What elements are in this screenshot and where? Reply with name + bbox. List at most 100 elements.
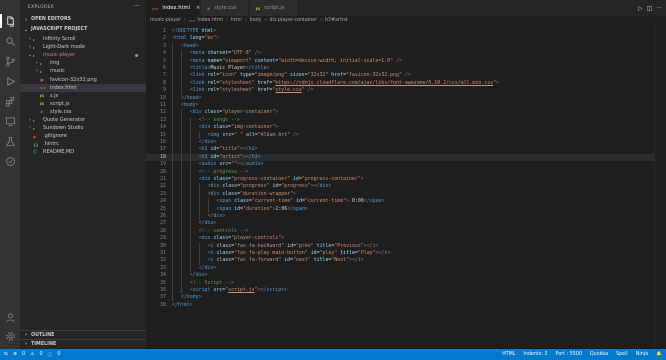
notifications-icon[interactable]: 🔔 xyxy=(656,352,662,357)
folder-item[interactable]: › ▸ Infinity Scroll xyxy=(20,35,146,43)
remote-explorer-icon[interactable] xyxy=(0,112,20,130)
code-line[interactable]: 4 <meta charset="UTF-8" /> xyxy=(146,50,654,58)
code-line[interactable]: 9 <link rel="stylesheet" href="style.css"… xyxy=(146,87,654,95)
breadcrumb-item[interactable]: div.player-container xyxy=(269,18,317,23)
open-editors-section[interactable]: › OPEN EDITORS xyxy=(20,15,146,24)
code-line[interactable]: 11 <body> xyxy=(146,102,654,110)
code-editor[interactable]: 1 <!DOCTYPE html> 2 <html lang="en"> 3 <head>… xyxy=(146,24,666,349)
folder-item[interactable]: › ▸ Sundown Studio xyxy=(20,124,146,132)
split-editor-icon[interactable]: ◫ xyxy=(647,5,653,12)
code-line[interactable]: 20 <!-- progress --> xyxy=(146,168,654,176)
code-line[interactable]: 32 <i class="fas fa-forward" id="next" ti… xyxy=(146,257,654,265)
code-line[interactable]: 25 <span id="duration">2:06</span> xyxy=(146,205,654,213)
tab-style-css[interactable]: # style.css xyxy=(201,0,249,16)
code-line[interactable]: 5 <meta name="viewport" content="width=de… xyxy=(146,57,654,65)
code-line[interactable]: 1 <!DOCTYPE html> xyxy=(146,28,654,35)
run-icon[interactable]: ▷ xyxy=(638,5,643,12)
file-item[interactable]: {} .hintrc xyxy=(20,140,146,148)
file-item[interactable]: <> index.html xyxy=(20,83,146,92)
breadcrumb-item[interactable]: index.html xyxy=(197,18,223,23)
run-debug-icon[interactable] xyxy=(0,72,20,90)
folder-item[interactable]: › ▸ music xyxy=(20,67,146,75)
code-line[interactable]: 19 <audio src=""></audio> xyxy=(146,161,654,169)
info-icon[interactable]: ⓘ xyxy=(48,351,53,358)
live-server-port[interactable]: Port : 5500 xyxy=(556,352,582,357)
code-line[interactable]: 15 <img src=" " alt="Album Art" /> xyxy=(146,131,654,139)
code-line[interactable]: 2 <html lang="en"> xyxy=(146,35,654,42)
live-share-icon[interactable] xyxy=(0,152,20,170)
code-line[interactable]: 12 <div class="player-container"> xyxy=(146,109,654,117)
file-item[interactable]: ▣ favicon-32x32.png xyxy=(20,76,146,84)
code-line[interactable]: 8 <link rel="stylesheet" href="https://cd… xyxy=(146,79,654,88)
close-icon[interactable]: × xyxy=(196,5,200,11)
code-line[interactable]: 30 <i class="fas fa-backward" id="prev" t… xyxy=(146,242,654,250)
error-icon[interactable]: ⊗ xyxy=(13,352,17,357)
code-line[interactable]: 34 </div> xyxy=(146,272,654,280)
code-line[interactable]: 3 <head> xyxy=(146,42,654,51)
settings-gear-icon[interactable] xyxy=(0,327,20,345)
remote-icon[interactable]: ⇆ xyxy=(4,352,8,357)
breadcrumb-item[interactable]: music-player xyxy=(150,18,181,23)
code-line[interactable]: 26 </div> xyxy=(146,213,654,221)
code-line[interactable]: 28 <!-- controls --> xyxy=(146,227,654,236)
code-line[interactable]: 18 <h3 id="artist"></h3> xyxy=(146,153,654,162)
code-line[interactable]: 36 <script src="script.js"></script> xyxy=(146,287,654,295)
file-item[interactable]: # style.css xyxy=(20,108,146,116)
code-line[interactable]: 17 <h2 id="title"></h2> xyxy=(146,146,654,154)
source-control-icon[interactable] xyxy=(0,52,20,70)
code-line[interactable]: 13 <!-- songs --> xyxy=(146,116,654,125)
indent-guide xyxy=(198,205,200,213)
file-item[interactable]: ⓘ README.MD xyxy=(20,148,146,156)
tab-script-js[interactable]: JS script.js xyxy=(250,0,298,16)
account-icon[interactable] xyxy=(0,308,20,326)
ninja-status[interactable]: Ninja xyxy=(636,352,648,357)
breadcrumb-item[interactable]: body xyxy=(250,18,262,23)
spell-check[interactable]: Spell xyxy=(616,352,628,357)
indent-setting[interactable]: Indents: 3 xyxy=(523,352,547,357)
file-item[interactable]: JS script.js xyxy=(20,100,146,108)
ellipsis-icon[interactable]: ··· xyxy=(133,2,140,10)
code-line[interactable]: 10 </head> xyxy=(146,94,654,102)
line-number: 11 xyxy=(160,102,166,108)
html-file-icon: <> xyxy=(40,85,47,91)
code-line[interactable]: 37 </body> xyxy=(146,294,654,302)
warning-icon[interactable]: ⚠ xyxy=(30,352,34,357)
folder-item[interactable]: › ▸ img xyxy=(20,59,146,67)
file-item[interactable]: ◆ .gitignore xyxy=(20,132,146,140)
code-line[interactable]: 6 <title>Music Player</title> xyxy=(146,65,654,73)
folder-item[interactable]: › ▸ Quote Generator xyxy=(20,116,146,124)
code-line[interactable]: 14 <div class="img-container"> xyxy=(146,124,654,132)
code-line[interactable]: 22 <div class="progress" id="progress"></… xyxy=(146,183,654,191)
breadcrumb-item[interactable]: html xyxy=(231,18,242,23)
chevron-right-icon: › xyxy=(24,332,28,338)
project-section[interactable]: ⌄ JAVASCRIPT PROJECT xyxy=(20,25,146,34)
breadcrumb-item[interactable]: h3#artist xyxy=(325,18,348,23)
code-line[interactable]: 7 <link rel="icon" type="image/png" sizes… xyxy=(146,72,654,80)
testing-icon[interactable] xyxy=(0,132,20,150)
code-line[interactable]: 23 <div class="duration-wrapper"> xyxy=(146,190,654,199)
indent-guide xyxy=(180,79,182,88)
code-line[interactable]: 24 <span class="current-time" id="current… xyxy=(146,198,654,206)
more-actions-icon[interactable]: ··· xyxy=(656,5,662,12)
code-text: <h2 id="title"></h2> xyxy=(198,146,258,153)
timeline-section[interactable]: › TIMELINE xyxy=(20,339,146,348)
code-line[interactable]: 33 </div> xyxy=(146,264,654,273)
outline-section[interactable]: › OUTLINE xyxy=(20,330,146,339)
code-line[interactable]: 38 </html> xyxy=(146,302,654,309)
code-line[interactable]: 35 <!-- Script --> xyxy=(146,279,654,287)
folder-item[interactable]: › ▸ Light-Dark mode xyxy=(20,43,146,51)
code-line[interactable]: 16 </div> xyxy=(146,139,654,147)
code-line[interactable]: 27 </div> xyxy=(146,220,654,228)
explorer-icon[interactable] xyxy=(0,12,20,30)
tab-index-html[interactable]: <> index.html × xyxy=(146,0,200,16)
search-icon[interactable] xyxy=(0,32,20,50)
extensions-icon[interactable] xyxy=(0,92,20,110)
code-line[interactable]: 29 <div class="player-controls"> xyxy=(146,235,654,243)
quokka-status[interactable]: Quokka xyxy=(590,352,608,357)
folder-item[interactable]: ⌄ ▸ music-player xyxy=(20,51,146,59)
code-line[interactable]: 21 <div class="progress-container" id="pr… xyxy=(146,176,654,184)
file-item[interactable]: JS s.js xyxy=(20,92,146,100)
code-line[interactable]: 31 <i class="fas fa-play main-button" id=… xyxy=(146,250,654,258)
language-mode[interactable]: HTML xyxy=(502,352,515,357)
minimap[interactable] xyxy=(654,24,666,349)
